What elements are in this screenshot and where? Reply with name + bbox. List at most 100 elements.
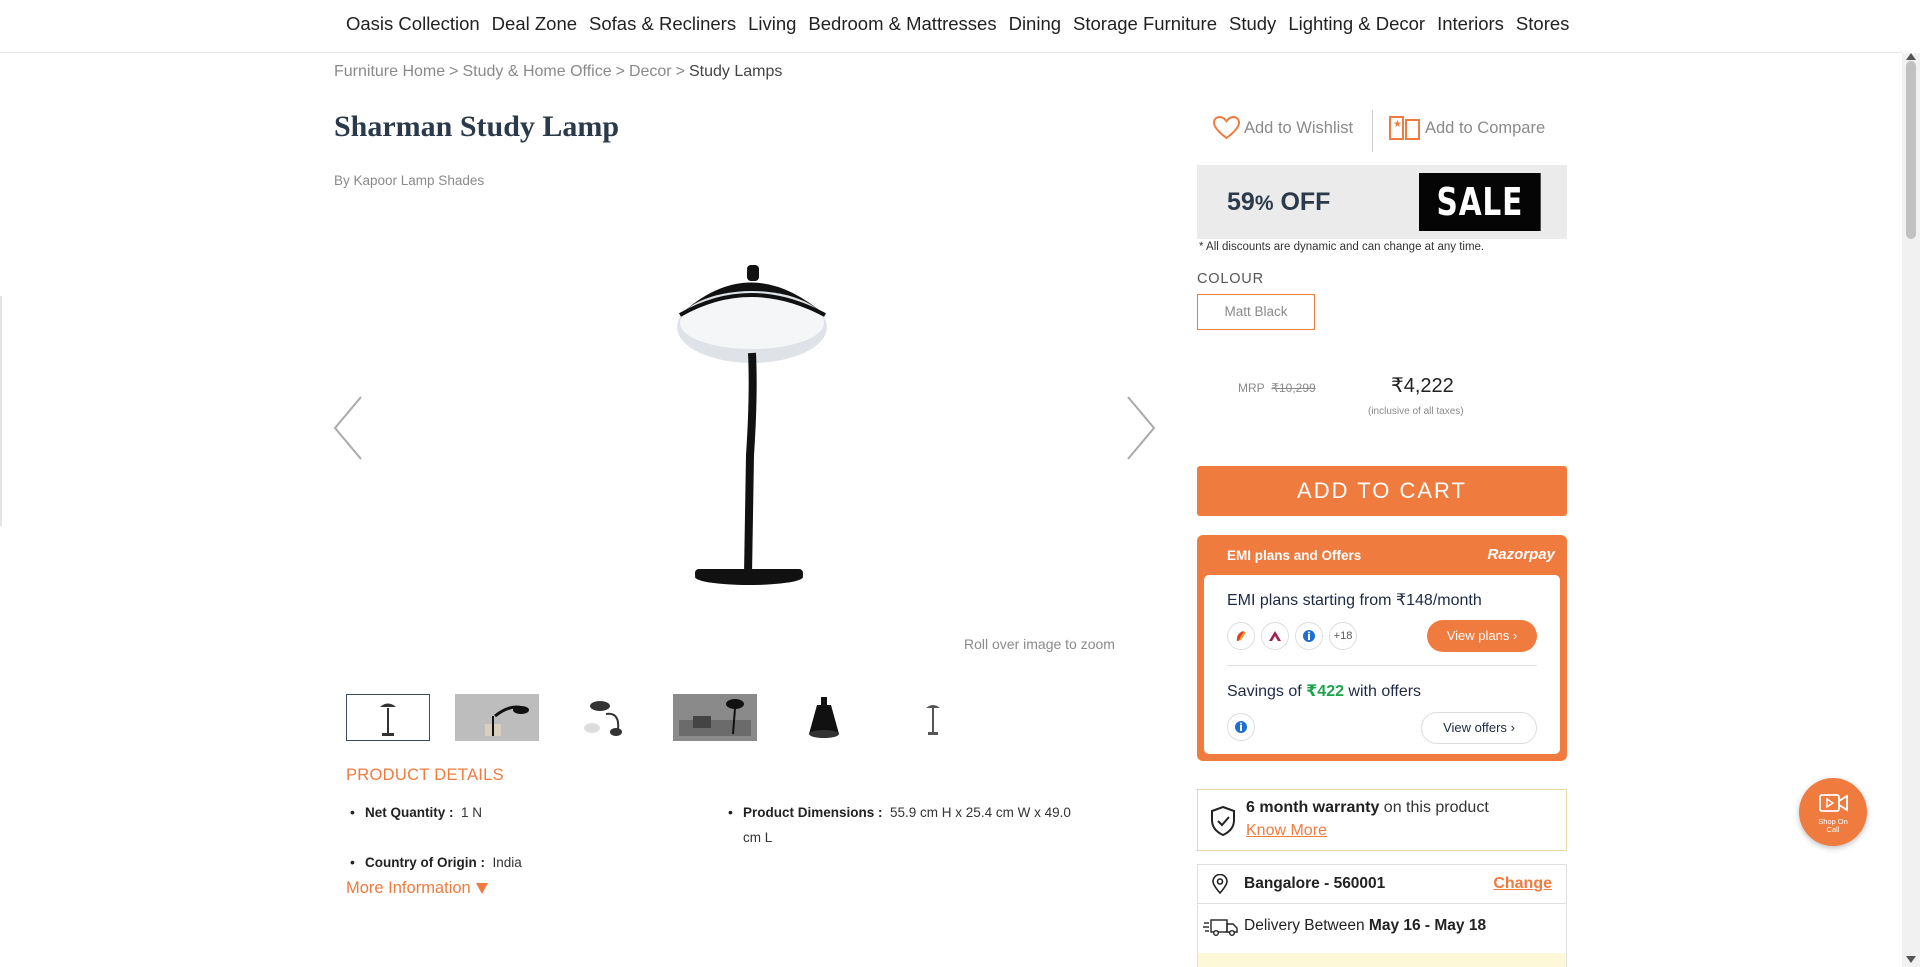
product-dimensions-item: Product Dimensions : 55.9 cm H x 25.4 cm…	[728, 800, 1083, 850]
add-to-compare-button[interactable]: ★ Add to Compare	[1389, 116, 1545, 140]
zoom-hint: Roll over image to zoom	[964, 636, 1115, 652]
product-brand[interactable]: By Kapoor Lamp Shades	[334, 173, 484, 188]
shop-on-call-label: Shop On Call	[1799, 818, 1867, 834]
warranty-text: 6 month warranty on this product	[1246, 799, 1489, 817]
view-plans-button[interactable]: View plans ›	[1427, 620, 1537, 652]
net-quantity-label: Net Quantity :	[365, 805, 454, 820]
bank-logo-icon	[1261, 622, 1289, 650]
delivery-box: Delivery Between May 16 - May 18	[1197, 905, 1567, 967]
nav-item-dining[interactable]: Dining	[1009, 13, 1061, 35]
chevron-right-icon: ›	[1510, 720, 1515, 735]
view-plans-label: View plans	[1446, 628, 1510, 643]
scroll-down-arrow-icon[interactable]	[1906, 956, 1916, 963]
location-box: Bangalore - 560001 Change	[1197, 864, 1567, 904]
scroll-up-arrow-icon[interactable]	[1906, 53, 1916, 60]
razorpay-logo: Razorpay	[1487, 546, 1555, 563]
thumbnail-strip	[346, 694, 1000, 741]
top-nav-list: Oasis Collection Deal Zone Sofas & Recli…	[346, 13, 1581, 35]
warranty-bold: 6 month warranty	[1246, 799, 1380, 816]
savings-text: Savings of ₹422 with offers	[1227, 681, 1421, 701]
emi-offers-widget: EMI plans and Offers Razorpay EMI plans …	[1197, 535, 1567, 761]
discount-number: 59	[1227, 188, 1255, 216]
sale-price: ₹4,222	[1391, 375, 1454, 397]
more-information-toggle[interactable]: More Information	[346, 879, 488, 898]
discount-percent-symbol: %	[1254, 192, 1274, 215]
delivery-text: Delivery Between May 16 - May 18	[1244, 917, 1486, 935]
colour-label: COLOUR	[1197, 271, 1264, 287]
thumbnail-5[interactable]	[782, 694, 866, 741]
product-details-heading: PRODUCT DETAILS	[346, 766, 504, 784]
page-scrollbar[interactable]	[1902, 53, 1920, 967]
discount-text: 59% OFF	[1227, 188, 1330, 217]
savings-prefix: Savings of	[1227, 683, 1307, 700]
sale-tag: SALE	[1419, 173, 1541, 231]
location-city: Bangalore - 560001	[1244, 875, 1386, 892]
compare-icon: ★	[1389, 116, 1420, 140]
breadcrumb-study-home-office[interactable]: Study & Home Office	[463, 63, 612, 80]
thumbnail-6[interactable]	[891, 694, 975, 741]
scrollbar-thumb[interactable]	[1906, 61, 1916, 239]
country-of-origin-item: Country of Origin : India	[350, 850, 522, 875]
emi-inner-card: EMI plans starting from ₹148/month +18 V…	[1204, 575, 1560, 754]
add-to-compare-label: Add to Compare	[1425, 118, 1546, 137]
thumbnail-4[interactable]	[673, 694, 757, 741]
country-of-origin-label: Country of Origin :	[365, 855, 485, 870]
net-quantity-value: 1 N	[461, 805, 483, 820]
shop-on-call-button[interactable]: Shop On Call	[1799, 778, 1867, 846]
know-more-link[interactable]: Know More	[1246, 822, 1327, 840]
emi-header: EMI plans and Offers	[1227, 548, 1362, 563]
net-quantity-item: Net Quantity : 1 N	[350, 800, 483, 825]
next-image-arrow-icon[interactable]	[1126, 395, 1156, 461]
product-title: Sharman Study Lamp	[334, 110, 620, 143]
mrp-price: MRP ₹10,299	[1238, 381, 1316, 395]
bank-logo-icon	[1295, 622, 1323, 650]
location-pin-icon	[1212, 874, 1228, 894]
colour-option-matt-black[interactable]: Matt Black	[1197, 294, 1315, 330]
thumbnail-3[interactable]	[564, 694, 648, 741]
view-offers-label: View offers	[1443, 720, 1507, 735]
view-offers-button[interactable]: View offers ›	[1421, 712, 1537, 744]
add-to-wishlist-label: Add to Wishlist	[1244, 118, 1354, 137]
add-to-cart-button[interactable]: ADD TO CART	[1197, 466, 1567, 516]
nav-item-oasis-collection[interactable]: Oasis Collection	[346, 13, 480, 35]
breadcrumb-current: Study Lamps	[688, 63, 783, 80]
shield-check-icon	[1211, 806, 1235, 836]
thumbnail-2[interactable]	[455, 694, 539, 741]
country-of-origin-value: India	[492, 855, 522, 870]
left-edge-divider	[0, 296, 2, 526]
delivery-offer-strip	[1198, 953, 1566, 967]
thumbnail-1[interactable]	[346, 694, 430, 741]
nav-item-deal-zone[interactable]: Deal Zone	[492, 13, 577, 35]
nav-item-sofas-recliners[interactable]: Sofas & Recliners	[589, 13, 736, 35]
nav-item-stores[interactable]: Stores	[1516, 13, 1569, 35]
nav-item-living[interactable]: Living	[748, 13, 796, 35]
add-to-wishlist-button[interactable]: Add to Wishlist	[1213, 116, 1353, 140]
product-main-image[interactable]	[660, 255, 840, 590]
product-dimensions-label: Product Dimensions :	[743, 805, 883, 820]
breadcrumb-separator: >	[615, 63, 625, 80]
change-location-link[interactable]: Change	[1493, 875, 1552, 893]
top-nav: Oasis Collection Deal Zone Sofas & Recli…	[0, 0, 1902, 53]
emi-divider	[1227, 665, 1537, 666]
nav-item-lighting-decor[interactable]: Lighting & Decor	[1288, 13, 1425, 35]
breadcrumb-separator: >	[449, 63, 459, 80]
breadcrumb-furniture-home[interactable]: Furniture Home	[334, 63, 445, 80]
nav-item-interiors[interactable]: Interiors	[1437, 13, 1504, 35]
nav-item-bedroom-mattresses[interactable]: Bedroom & Mattresses	[808, 13, 996, 35]
chevron-right-icon: ›	[1512, 628, 1518, 643]
previous-image-arrow-icon[interactable]	[333, 395, 363, 461]
breadcrumb-decor[interactable]: Decor	[629, 63, 672, 80]
nav-item-storage-furniture[interactable]: Storage Furniture	[1073, 13, 1217, 35]
nav-item-study[interactable]: Study	[1229, 13, 1276, 35]
more-banks-count: +18	[1329, 622, 1357, 650]
sale-banner: 59% OFF SALE	[1197, 165, 1567, 239]
warranty-box: 6 month warranty on this product Know Mo…	[1197, 789, 1567, 851]
breadcrumb: Furniture Home > Study & Home Office > Decor…	[334, 63, 782, 81]
bank-icons: +18	[1227, 622, 1363, 650]
bank-logo-icon	[1227, 713, 1255, 741]
savings-amount: ₹422	[1306, 683, 1344, 700]
savings-suffix: with offers	[1343, 683, 1422, 700]
mrp-label: MRP	[1238, 381, 1265, 395]
discount-disclaimer: * All discounts are dynamic and can chan…	[1199, 241, 1485, 253]
warranty-rest: on this product	[1379, 799, 1489, 816]
